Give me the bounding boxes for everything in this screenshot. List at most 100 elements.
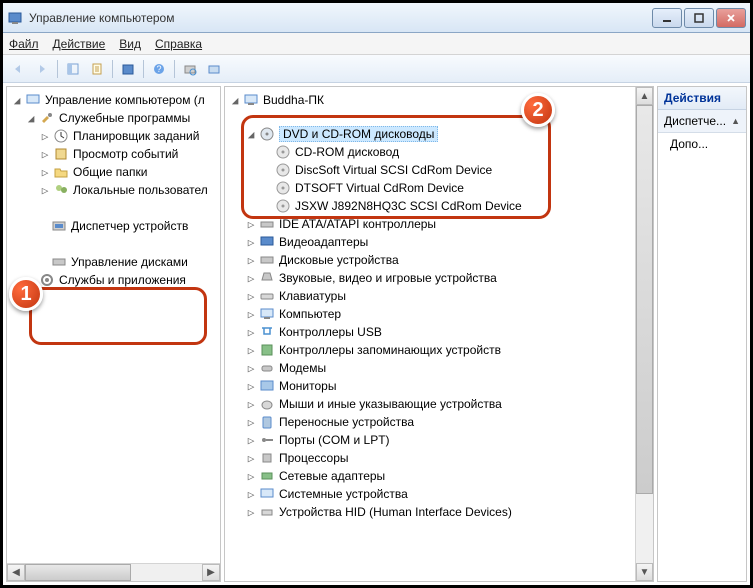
devmgr-icon [51, 218, 67, 234]
category-icon [259, 450, 275, 466]
category-icon [259, 252, 275, 268]
expand-icon[interactable]: ▷ [245, 272, 257, 285]
left-events[interactable]: ▷ Просмотр событий [7, 145, 220, 163]
mid-dvd-group[interactable]: ◢ DVD и CD-ROM дисководы [225, 125, 633, 143]
device-category[interactable]: ▷Порты (COM и LPT) [225, 431, 633, 449]
forward-button [31, 58, 53, 80]
left-utilities[interactable]: ◢ Служебные программы [7, 109, 220, 127]
device-category[interactable]: ▷Системные устройства [225, 485, 633, 503]
left-root[interactable]: ◢ Управление компьютером (л [7, 91, 220, 109]
device-category[interactable]: ▷Дисковые устройства [225, 251, 633, 269]
expand-icon[interactable]: ▷ [245, 290, 257, 303]
cdrom-icon [275, 144, 291, 160]
expand-icon[interactable]: ▷ [245, 380, 257, 393]
left-device-manager[interactable]: Диспетчер устройств [7, 217, 220, 235]
expand-icon[interactable]: ▷ [245, 218, 257, 231]
device-category[interactable]: ▷IDE ATA/ATAPI контроллеры [225, 215, 633, 233]
menu-help[interactable]: Справка [155, 37, 202, 51]
expand-icon[interactable]: ▷ [245, 254, 257, 267]
collapse-icon[interactable]: ◢ [25, 112, 37, 125]
collapse-icon[interactable]: ▲ [731, 116, 740, 126]
device-category[interactable]: ▷Устройства HID (Human Interface Devices… [225, 503, 633, 521]
expand-icon[interactable]: ▷ [245, 344, 257, 357]
annotation-badge-1: 1 [9, 277, 43, 311]
device-category[interactable]: ▷Контроллеры USB [225, 323, 633, 341]
actions-more[interactable]: Допо... [658, 133, 746, 155]
device-category[interactable]: ▷Контроллеры запоминающих устройств [225, 341, 633, 359]
title-bar: Управление компьютером [3, 3, 750, 33]
device-category[interactable]: ▷Компьютер [225, 305, 633, 323]
category-icon [259, 486, 275, 502]
expand-icon[interactable]: ▷ [39, 184, 51, 197]
category-icon [259, 504, 275, 520]
properties-button[interactable] [86, 58, 108, 80]
scroll-up-button[interactable]: ▲ [636, 87, 653, 105]
expand-icon[interactable]: ▷ [39, 148, 51, 161]
expand-icon[interactable]: ▷ [39, 166, 51, 179]
expand-icon[interactable]: ▷ [245, 452, 257, 465]
scan-button[interactable] [179, 58, 201, 80]
scroll-right-button[interactable]: ▶ [202, 564, 220, 581]
expand-icon[interactable]: ▷ [245, 416, 257, 429]
category-icon [259, 432, 275, 448]
left-shared[interactable]: ▷ Общие папки [7, 163, 220, 181]
toolbar: ? [3, 55, 750, 83]
expand-icon[interactable]: ▷ [245, 398, 257, 411]
expand-icon[interactable]: ▷ [245, 434, 257, 447]
expand-icon[interactable]: ▷ [245, 308, 257, 321]
menu-file[interactable]: Файл [9, 37, 39, 51]
category-icon [259, 396, 275, 412]
scroll-down-button[interactable]: ▼ [636, 563, 653, 581]
device-category[interactable]: ▷Переносные устройства [225, 413, 633, 431]
device-category[interactable]: ▷Мыши и иные указывающие устройства [225, 395, 633, 413]
collapse-icon[interactable]: ◢ [11, 94, 23, 107]
expand-icon[interactable]: ▷ [245, 362, 257, 375]
collapse-icon[interactable]: ◢ [229, 94, 241, 107]
device-category[interactable]: ▷Модемы [225, 359, 633, 377]
device-item[interactable]: DiscSoft Virtual SCSI CdRom Device [225, 161, 633, 179]
expand-icon[interactable]: ▷ [245, 488, 257, 501]
close-button[interactable] [716, 8, 746, 28]
category-icon [259, 360, 275, 376]
users-icon [53, 182, 69, 198]
scroll-left-button[interactable]: ◀ [7, 564, 25, 581]
help-button[interactable]: ? [148, 58, 170, 80]
device-category[interactable]: ▷Процессоры [225, 449, 633, 467]
device-item[interactable]: DTSOFT Virtual CdRom Device [225, 179, 633, 197]
left-disks[interactable]: Управление дисками [7, 253, 220, 271]
show-hide-button[interactable] [62, 58, 84, 80]
category-icon [259, 216, 275, 232]
actions-header: Действия [658, 87, 746, 110]
window-title: Управление компьютером [29, 11, 652, 25]
device-category[interactable]: ▷Клавиатуры [225, 287, 633, 305]
expand-icon[interactable]: ▷ [245, 470, 257, 483]
extra-button[interactable] [203, 58, 225, 80]
minimize-button[interactable] [652, 8, 682, 28]
category-icon [259, 342, 275, 358]
expand-icon[interactable]: ▷ [39, 130, 51, 143]
left-hscroll[interactable]: ◀ ▶ [7, 563, 220, 581]
expand-icon[interactable]: ▷ [245, 326, 257, 339]
event-icon [53, 146, 69, 162]
expand-icon[interactable]: ▷ [245, 236, 257, 249]
collapse-icon[interactable]: ◢ [245, 128, 257, 141]
device-item[interactable]: JSXW J892N8HQ3C SCSI CdRom Device [225, 197, 633, 215]
device-category[interactable]: ▷Видеоадаптеры [225, 233, 633, 251]
device-item[interactable]: CD-ROM дисковод [225, 143, 633, 161]
maximize-button[interactable] [684, 8, 714, 28]
mid-vscroll[interactable]: ▲ ▼ [635, 87, 653, 581]
actions-section[interactable]: Диспетче... ▲ [658, 110, 746, 133]
left-scheduler[interactable]: ▷ Планировщик заданий [7, 127, 220, 145]
actions-pane: Действия Диспетче... ▲ Допо... [657, 86, 747, 582]
left-users[interactable]: ▷ Локальные пользовател [7, 181, 220, 199]
mid-root[interactable]: ◢ Buddha-ПК [225, 91, 633, 109]
menu-view[interactable]: Вид [119, 37, 141, 51]
folder-icon [53, 164, 69, 180]
svg-text:?: ? [156, 64, 161, 74]
refresh-button[interactable] [117, 58, 139, 80]
expand-icon[interactable]: ▷ [245, 506, 257, 519]
device-category[interactable]: ▷Мониторы [225, 377, 633, 395]
menu-action[interactable]: Действие [53, 37, 106, 51]
device-category[interactable]: ▷Звуковые, видео и игровые устройства [225, 269, 633, 287]
device-category[interactable]: ▷Сетевые адаптеры [225, 467, 633, 485]
